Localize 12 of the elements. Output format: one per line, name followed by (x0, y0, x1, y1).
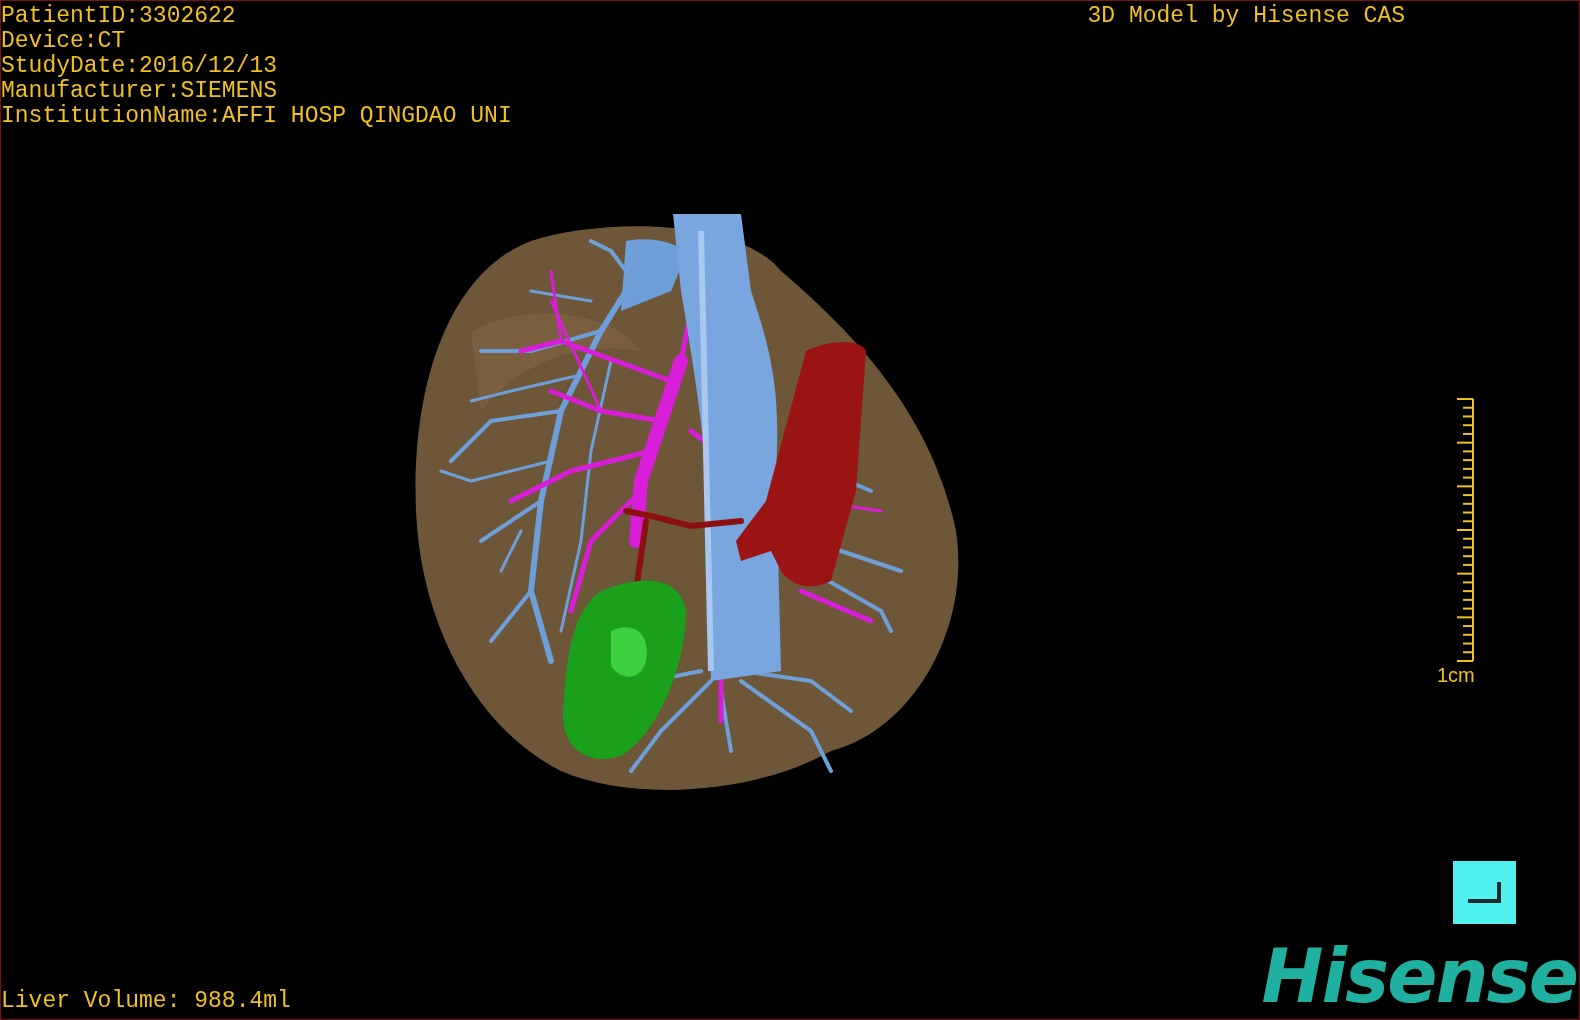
scale-label: 1cm (1437, 663, 1475, 687)
info-text: InstitutionName:AFFI HOSP QINGDAO UNI (1, 104, 512, 129)
liver-volume-text: Liver Volume: 988.4ml (1, 989, 291, 1016)
info-text: PatientID:3302622 (1, 4, 237, 29)
info-text: Device:CT (1, 29, 127, 54)
hisense-logo: Hisense (1261, 941, 1578, 1019)
info-text: StudyDate:2016/12/13 (1, 54, 279, 79)
info-text: Manufacturer:SIEMENS (1, 79, 279, 104)
model-title: 3D Model by Hisense CAS (1087, 4, 1405, 29)
view-button[interactable] (1453, 861, 1516, 924)
corner-icon (1467, 881, 1502, 904)
scale-ruler-icon (1454, 398, 1475, 662)
